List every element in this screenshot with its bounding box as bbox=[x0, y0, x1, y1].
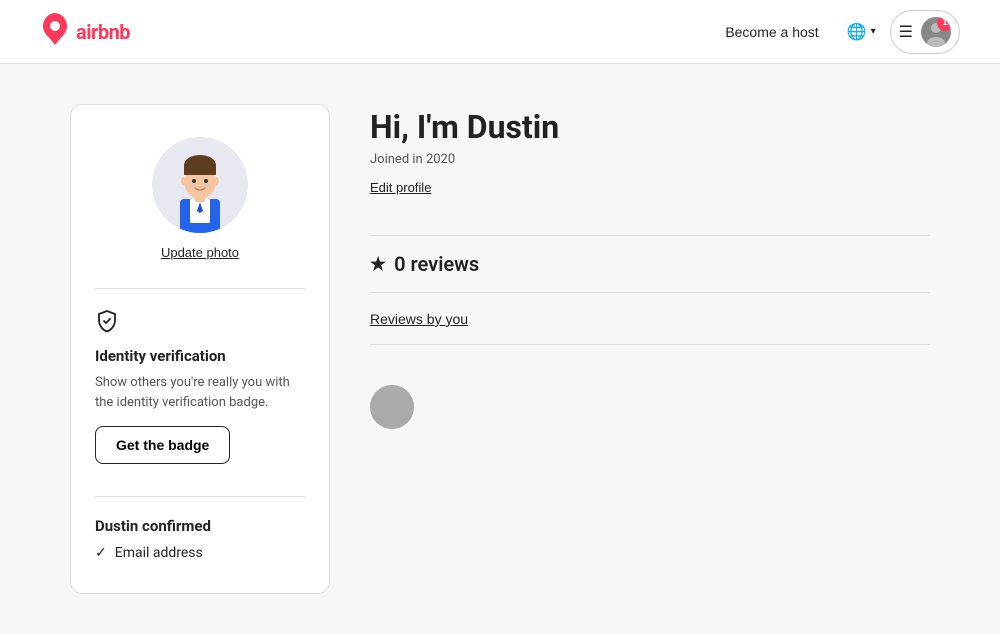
star-icon: ★ bbox=[370, 254, 386, 275]
reviews-count: 0 reviews bbox=[394, 252, 479, 276]
check-icon: ✓ bbox=[95, 545, 107, 561]
header: airbnb Become a host 🌐 ▾ ☰ 1 bbox=[0, 0, 1000, 64]
confirmed-email-label: Email address bbox=[115, 545, 203, 561]
user-menu-button[interactable]: ☰ 1 bbox=[890, 10, 960, 54]
avatar: 1 bbox=[921, 17, 951, 47]
profile-joined: Joined in 2020 bbox=[370, 152, 930, 167]
confirmed-title: Dustin confirmed bbox=[95, 517, 305, 535]
logo[interactable]: airbnb bbox=[40, 13, 130, 50]
logo-text: airbnb bbox=[76, 20, 130, 44]
reviews-section: ★ 0 reviews Reviews by you bbox=[370, 252, 930, 429]
section-divider-2 bbox=[370, 292, 930, 293]
avatar-wrapper bbox=[152, 137, 248, 233]
edit-profile-button[interactable]: Edit profile bbox=[370, 180, 431, 195]
notification-badge: 1 bbox=[937, 17, 951, 31]
reviews-by-you-button[interactable]: Reviews by you bbox=[370, 311, 468, 327]
identity-verification-section: Identity verification Show others you're… bbox=[95, 309, 305, 464]
header-actions: Become a host 🌐 ▾ ☰ 1 bbox=[711, 10, 960, 54]
profile-avatar bbox=[152, 137, 248, 233]
main-content: Update photo Identity verification Show … bbox=[50, 64, 950, 634]
identity-verification-desc: Show others you're really you with the i… bbox=[95, 373, 305, 412]
airbnb-logo-icon bbox=[40, 13, 70, 50]
loading-placeholder bbox=[370, 385, 414, 429]
profile-card: Update photo Identity verification Show … bbox=[70, 104, 330, 594]
confirmed-section: Dustin confirmed ✓ Email address bbox=[95, 496, 305, 561]
reviews-heading: ★ 0 reviews bbox=[370, 252, 930, 276]
chevron-down-icon: ▾ bbox=[871, 26, 876, 37]
profile-greeting: Hi, I'm Dustin bbox=[370, 108, 930, 146]
card-divider-1 bbox=[95, 288, 305, 289]
identity-verification-title: Identity verification bbox=[95, 347, 226, 365]
language-selector-button[interactable]: 🌐 ▾ bbox=[837, 12, 886, 52]
section-divider-1 bbox=[370, 235, 930, 236]
get-badge-button[interactable]: Get the badge bbox=[95, 426, 230, 464]
update-photo-button[interactable]: Update photo bbox=[161, 241, 239, 264]
become-host-button[interactable]: Become a host bbox=[711, 14, 832, 50]
shield-icon bbox=[95, 309, 119, 339]
card-divider-2 bbox=[95, 496, 305, 497]
globe-icon: 🌐 bbox=[847, 22, 867, 42]
confirmed-email-item: ✓ Email address bbox=[95, 545, 305, 561]
profile-main: Hi, I'm Dustin Joined in 2020 Edit profi… bbox=[370, 104, 930, 429]
section-divider-3 bbox=[370, 344, 930, 345]
hamburger-icon: ☰ bbox=[899, 22, 913, 42]
